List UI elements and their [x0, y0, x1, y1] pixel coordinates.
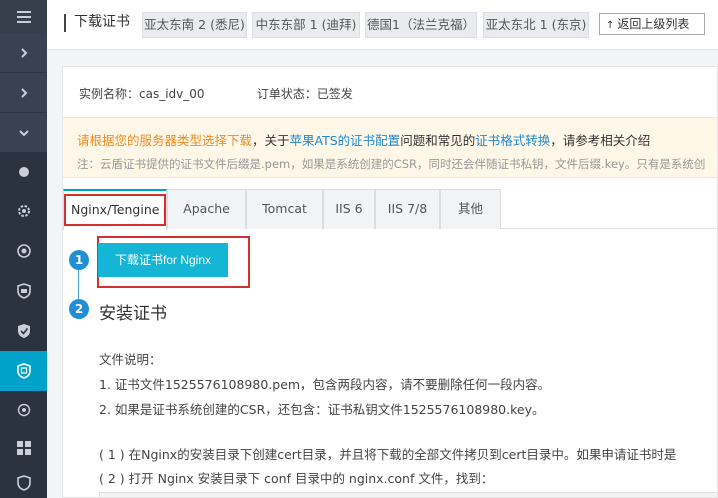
back-button-label: 返回上级列表 [617, 17, 690, 31]
sidebar-item-overview[interactable] [0, 153, 47, 191]
gear-icon [17, 205, 30, 217]
chevron-down-icon [18, 129, 29, 136]
sidebar-expand-button-1[interactable] [0, 33, 47, 73]
shield-check-icon [17, 324, 30, 338]
sidebar [0, 0, 47, 498]
tab-other[interactable]: 其他 [440, 189, 501, 229]
hamburger-icon [16, 10, 31, 23]
sidebar-collapse-button[interactable] [0, 113, 47, 153]
notice-text: ，请参考相关介绍 [550, 133, 651, 148]
target-icon [17, 403, 30, 417]
apple-ats-link[interactable]: 苹果ATS的证书配置 [290, 133, 401, 148]
tab-apache[interactable]: Apache [167, 189, 246, 229]
sidebar-item-detection[interactable] [0, 391, 47, 429]
sidebar-item-monitor[interactable] [0, 231, 47, 271]
order-status: 订单状态：已签发 [256, 87, 353, 101]
notice-text: ，关于 [252, 133, 290, 148]
sidebar-item-settings[interactable] [0, 191, 47, 231]
tab-nginx-label: Nginx/Tengine [64, 194, 167, 226]
doc-line-1: 1. 证书文件1525576108980.pem，包含两段内容，请不要删除任何一… [99, 377, 551, 392]
step-1-badge: 1 [69, 250, 89, 270]
chevron-right-icon [20, 87, 27, 98]
server-type-tabs: Nginx/Tengine Apache Tomcat IIS 6 IIS 7/… [63, 189, 717, 230]
tab-iis78[interactable]: IIS 7/8 [375, 189, 440, 229]
install-section-title: 安装证书 [99, 304, 167, 324]
doc-line-4: ( 2 ) 打开 Nginx 安装目录下 conf 目录中的 nginx.con… [99, 471, 494, 486]
back-to-list-button[interactable]: ↑ 返回上级列表 [599, 13, 705, 35]
sidebar-item-certificates[interactable] [0, 351, 47, 391]
instance-info: 实例名称：cas_idv_00 订单状态：已签发 [79, 85, 353, 102]
sidebar-item-security[interactable] [0, 467, 47, 498]
certificate-icon [16, 363, 31, 379]
region-tab-sydney[interactable]: 亚太东南 2 (悉尼) [142, 12, 247, 38]
sidebar-item-windows[interactable] [0, 429, 47, 467]
back-arrow-icon: ↑ [606, 20, 615, 31]
tab-tomcat[interactable]: Tomcat [246, 189, 323, 229]
notice-line-1: 请根据您的服务器类型选择下载，关于苹果ATS的证书配置问题和常见的证书格式转换，… [77, 130, 650, 149]
notice-text: 问题和常见的 [400, 133, 476, 148]
shield-lock-icon [16, 474, 31, 491]
tab-nginx[interactable]: Nginx/Tengine [63, 189, 167, 230]
page-title: 下载证书 [64, 14, 130, 32]
menu-toggle-button[interactable] [0, 0, 47, 33]
chevron-right-icon [20, 47, 27, 58]
eye-icon [16, 244, 31, 258]
step-2-badge: 2 [69, 299, 89, 319]
doc-line-3: ( 1 ) 在Nginx的安装目录下创建cert目录，并且将下载的全部文件拷贝到… [99, 447, 677, 462]
file-description-heading: 文件说明： [99, 352, 162, 367]
page-header: 下载证书 亚太东南 2 (悉尼) 中东东部 1 (迪拜) 德国1（法兰克福） 亚… [47, 0, 718, 50]
sidebar-expand-button-2[interactable] [0, 73, 47, 113]
notice-line-2: 注：云盾证书提供的证书文件后缀是.pem，如果是系统创建的CSR，同时还会伴随证… [77, 157, 706, 171]
dot-icon [18, 167, 29, 177]
windows-icon [16, 441, 31, 455]
notice-box: 请根据您的服务器类型选择下载，关于苹果ATS的证书配置问题和常见的证书格式转换，… [63, 117, 717, 178]
sidebar-item-protection[interactable] [0, 271, 47, 311]
region-tab-dubai[interactable]: 中东东部 1 (迪拜) [252, 12, 360, 38]
doc-line-2: 2. 如果是证书系统创建的CSR，还包含：证书私钥文件1525576108980… [99, 402, 545, 417]
certificate-download-panel: 实例名称：cas_idv_00 订单状态：已签发 请根据您的服务器类型选择下载，… [62, 66, 718, 498]
cert-format-link[interactable]: 证书格式转换 [475, 133, 550, 148]
notice-emphasis: 请根据您的服务器类型选择下载 [77, 133, 253, 148]
tab-iis6[interactable]: IIS 6 [323, 189, 375, 229]
region-tab-tokyo[interactable]: 亚太东北 1 (东京) [483, 12, 589, 38]
sidebar-item-firewall[interactable] [0, 311, 47, 351]
instance-name: 实例名称：cas_idv_00 [79, 87, 205, 101]
download-nginx-button[interactable]: 下载证书for Nginx [98, 243, 228, 277]
shield-icon [16, 283, 31, 299]
region-tab-frankfurt[interactable]: 德国1（法兰克福） [365, 12, 477, 38]
code-block [99, 492, 717, 497]
